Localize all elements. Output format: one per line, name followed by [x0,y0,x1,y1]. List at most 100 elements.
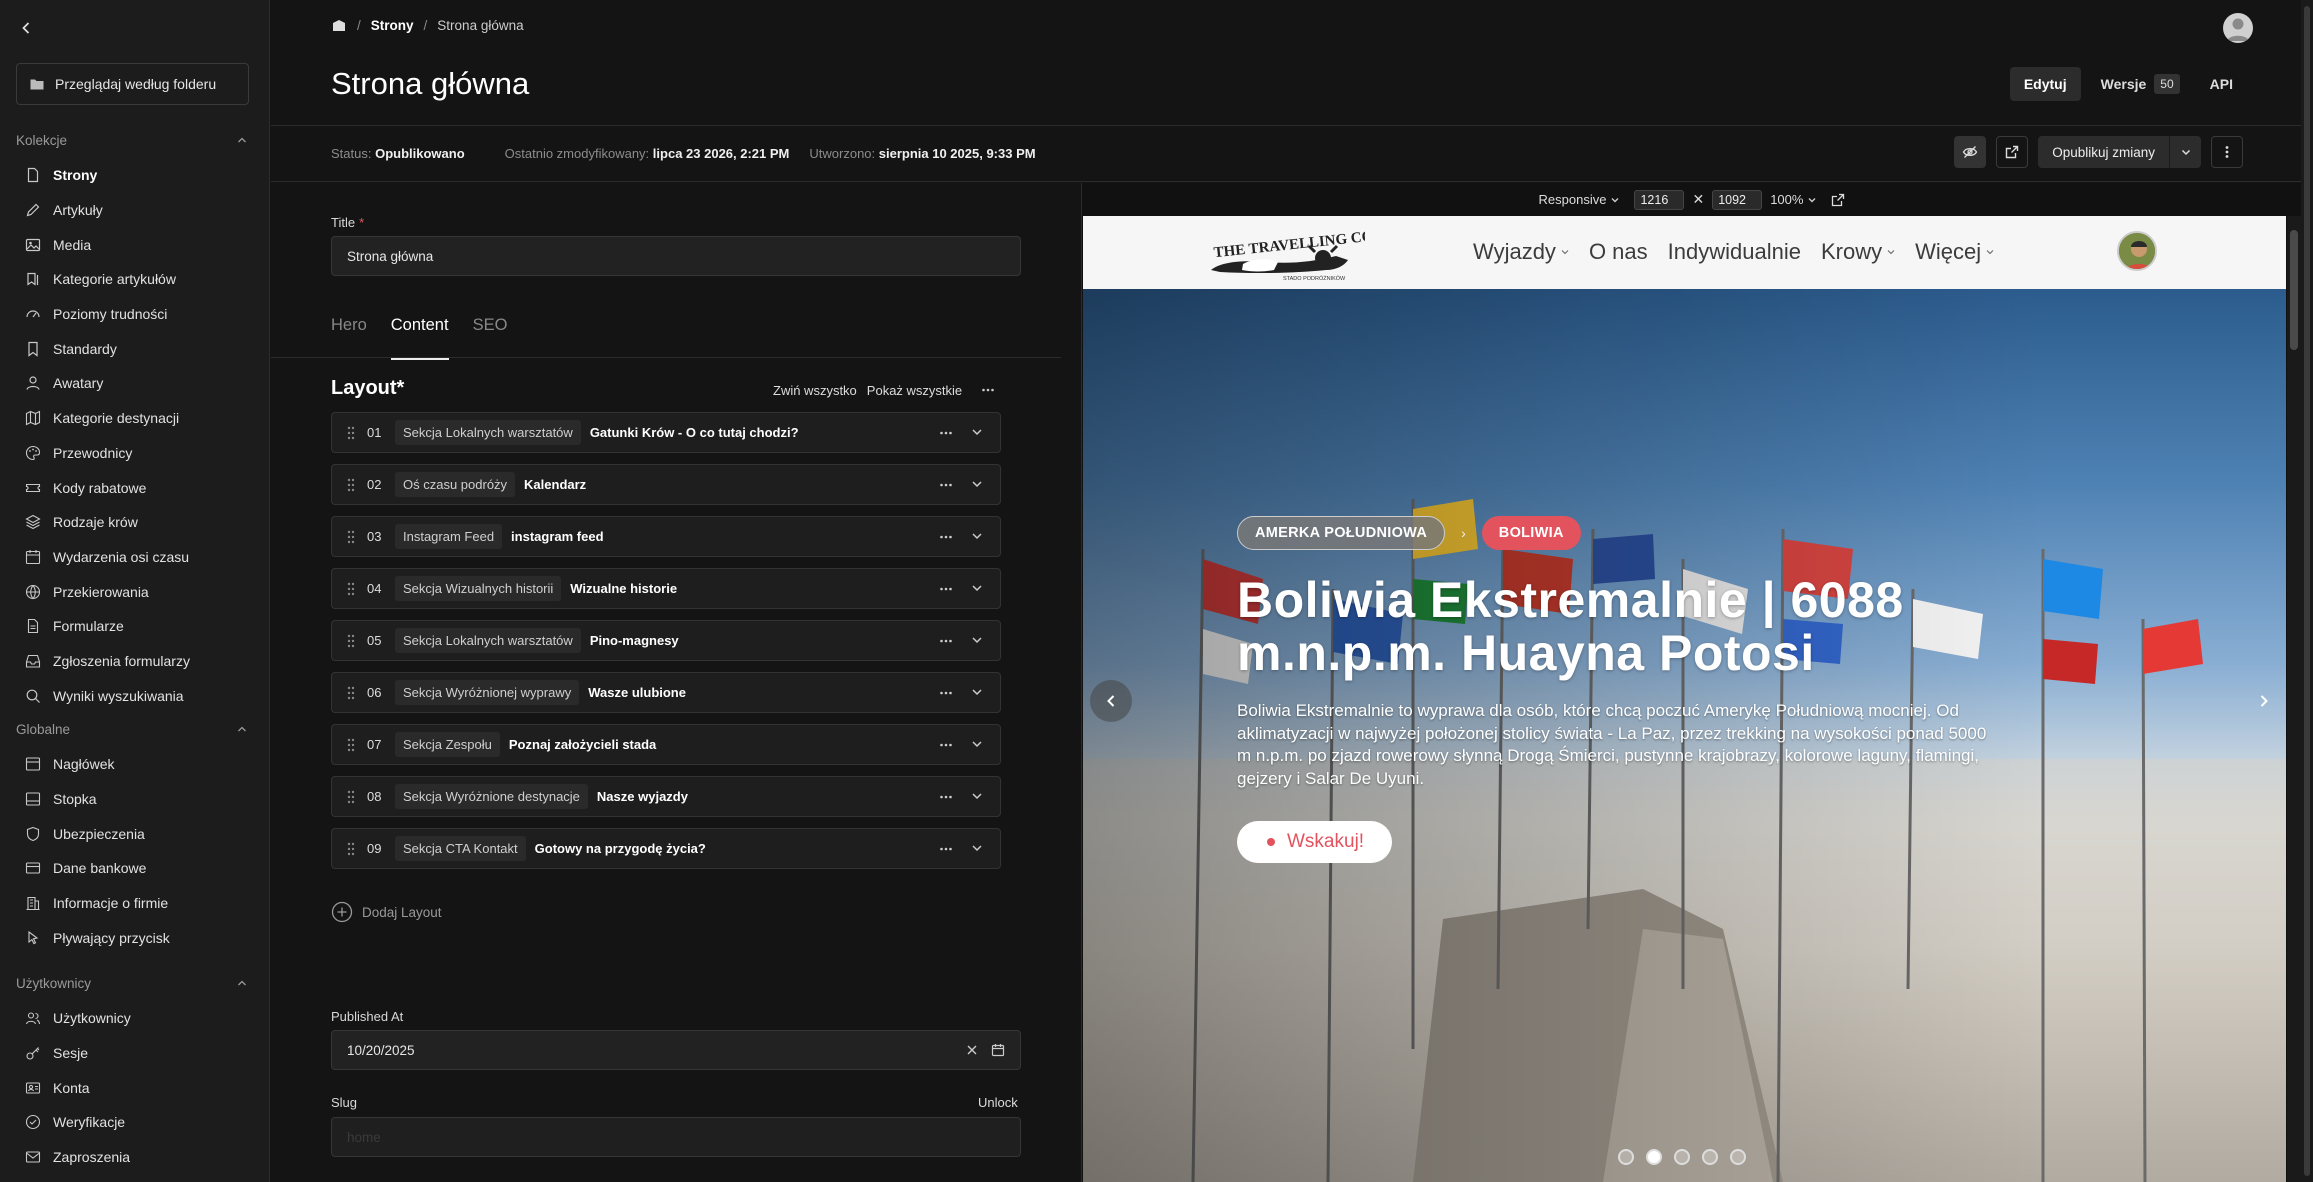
region-chip[interactable]: AMERKA POŁUDNIOWA [1237,516,1446,550]
tab-2[interactable]: SEO [473,316,508,360]
sidebar-item-1-2[interactable]: Ubezpieczenia [0,816,270,851]
sidebar-item-0-2[interactable]: Media [0,227,270,262]
drag-handle-icon[interactable] [345,685,357,701]
slider-dot[interactable] [1730,1149,1746,1165]
toggle-preview-button[interactable] [1954,136,1987,168]
add-layout-button[interactable]: Dodaj Layout [331,901,442,923]
drag-handle-icon[interactable] [345,789,357,805]
publish-changes-button[interactable]: Opublikuj zmiany [2038,136,2169,168]
chevron-down-icon[interactable] [970,737,984,751]
site-nav-item-0[interactable]: Wyjazdy [1473,239,1569,265]
country-chip[interactable]: BOLIWIA [1481,516,1581,550]
sidebar-item-0-13[interactable]: Formularze [0,609,270,644]
layout-row[interactable]: 04 Sekcja Wizualnych historii Wizualne his… [331,568,1001,609]
sidebar-item-1-1[interactable]: Stopka [0,782,270,817]
row-menu-icon[interactable] [938,633,954,649]
sidebar-item-0-10[interactable]: Rodzaje krów [0,505,270,540]
sidebar-item-1-4[interactable]: Informacje o firmie [0,886,270,921]
chevron-down-icon[interactable] [970,425,984,439]
slider-next-button[interactable] [2243,680,2285,722]
slider-prev-button[interactable] [1090,680,1132,722]
home-icon[interactable] [331,19,347,33]
slider-dot[interactable] [1674,1149,1690,1165]
slider-dot[interactable] [1618,1149,1634,1165]
layout-row[interactable]: 07 Sekcja Zespołu Poznaj założycieli stada [331,724,1001,765]
preview-height-input[interactable]: 1092 [1712,189,1763,210]
sidebar-item-2-4[interactable]: Zaproszenia [0,1140,270,1175]
title-input[interactable]: Strona główna [331,236,1021,276]
sidebar-item-0-14[interactable]: Zgłoszenia formularzy [0,644,270,679]
site-user-avatar[interactable] [2117,231,2157,271]
published-at-input[interactable]: 10/20/2025 [331,1030,1021,1070]
layout-row[interactable]: 03 Instagram Feed instagram feed [331,516,1001,557]
breadcrumb-collection[interactable]: Strony [371,18,414,33]
document-menu-button[interactable] [2211,136,2243,168]
sidebar-item-0-4[interactable]: Poziomy trudności [0,297,270,332]
slider-dot[interactable] [1702,1149,1718,1165]
row-menu-icon[interactable] [938,789,954,805]
collapse-all-button[interactable]: Zwiń wszystko [773,383,857,398]
drag-handle-icon[interactable] [345,581,357,597]
sidebar-item-0-7[interactable]: Kategorie destynacji [0,401,270,436]
external-link-icon[interactable] [1831,193,1845,207]
chevron-down-icon[interactable] [970,529,984,543]
breakpoint-select[interactable]: Responsive [1539,192,1621,207]
layout-row[interactable]: 09 Sekcja CTA Kontakt Gotowy na przygodę ż… [331,828,1001,869]
drag-handle-icon[interactable] [345,737,357,753]
chevron-down-icon[interactable] [970,477,984,491]
row-menu-icon[interactable] [938,737,954,753]
drag-handle-icon[interactable] [345,425,357,441]
sidebar-item-0-11[interactable]: Wydarzenia osi czasu [0,540,270,575]
tab-1[interactable]: Content [390,316,449,360]
chevron-down-icon[interactable] [970,581,984,595]
sidebar-item-0-5[interactable]: Standardy [0,331,270,366]
layout-row[interactable]: 06 Sekcja Wyróżnionej wyprawy Wasze ulubio… [331,672,1001,713]
clear-icon[interactable] [966,1044,978,1056]
sidebar-item-0-12[interactable]: Przekierowania [0,574,270,609]
drag-handle-icon[interactable] [345,841,357,857]
site-nav-item-2[interactable]: Indywidualnie [1668,239,1801,265]
row-menu-icon[interactable] [938,841,954,857]
chevron-down-icon[interactable] [970,685,984,699]
row-menu-icon[interactable] [938,529,954,545]
publish-options-dropdown[interactable] [2169,136,2201,168]
calendar-icon[interactable] [991,1043,1005,1057]
sidebar-item-2-0[interactable]: Użytkownicy [0,1001,270,1036]
collapse-sidebar-icon[interactable] [16,18,36,38]
layout-row[interactable]: 08 Sekcja Wyróżnione destynacje Nasze wyja… [331,776,1001,817]
row-menu-icon[interactable] [938,685,954,701]
drag-handle-icon[interactable] [345,633,357,649]
sidebar-item-2-2[interactable]: Konta [0,1070,270,1105]
sidebar-item-1-0[interactable]: Nagłówek [0,747,270,782]
sidebar-group-header[interactable]: Globalne [0,717,270,741]
open-in-new-tab-button[interactable] [1996,136,2029,168]
slug-input[interactable]: home [331,1117,1021,1157]
drag-handle-icon[interactable] [345,529,357,545]
slider-dot[interactable] [1646,1149,1662,1165]
edit-tab-button[interactable]: Edytuj [2009,67,2081,101]
layout-row[interactable]: 02 Oś czasu podróży Kalendarz [331,464,1001,505]
preview-scrollbar[interactable] [2287,216,2302,1182]
sidebar-group-header[interactable]: Użytkownicy [0,971,270,995]
sidebar-item-0-0[interactable]: Strony [0,158,270,193]
site-nav-item-3[interactable]: Krowy [1821,239,1895,265]
show-all-button[interactable]: Pokaż wszystkie [867,383,962,398]
unlock-slug-button[interactable]: Unlock [978,1095,1018,1110]
sidebar-item-0-15[interactable]: Wyniki wyszukiwania [0,678,270,713]
chevron-down-icon[interactable] [970,633,984,647]
sidebar-item-0-3[interactable]: Kategorie artykułów [0,262,270,297]
sidebar-item-1-3[interactable]: Dane bankowe [0,851,270,886]
site-nav-item-4[interactable]: Więcej [1915,239,1994,265]
tab-0[interactable]: Hero [331,316,367,360]
browse-by-folder-button[interactable]: Przeglądaj według folderu [16,63,249,105]
row-menu-icon[interactable] [938,477,954,493]
sidebar-item-1-5[interactable]: Pływający przycisk [0,920,270,955]
api-tab-button[interactable]: API [2200,67,2243,101]
hero-cta-button[interactable]: Wskakuj! [1237,821,1393,863]
sidebar-item-2-1[interactable]: Sesje [0,1036,270,1071]
row-menu-icon[interactable] [938,581,954,597]
sidebar-group-header[interactable]: Kolekcje [0,128,270,152]
preview-width-input[interactable]: 1216 [1634,189,1685,210]
layout-row[interactable]: 01 Sekcja Lokalnych warsztatów Gatunki Kró… [331,412,1001,453]
chevron-down-icon[interactable] [970,841,984,855]
